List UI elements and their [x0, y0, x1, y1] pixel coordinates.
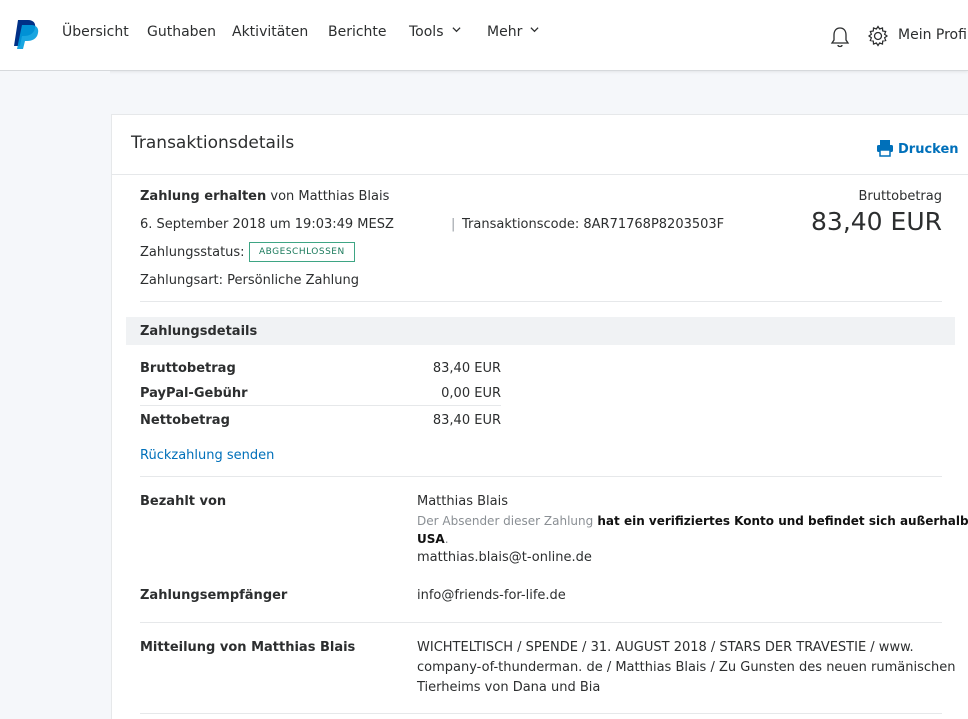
- nav-tools[interactable]: Tools: [409, 24, 461, 40]
- page-title: Transaktionsdetails: [131, 133, 295, 153]
- payer-verification-note: Der Absender dieser Zahlung hat ein veri…: [417, 514, 968, 529]
- payer-note-muted: Der Absender dieser Zahlung: [417, 514, 594, 528]
- divider: [140, 476, 942, 477]
- payment-details-heading: Zahlungsdetails: [140, 324, 258, 339]
- gross-amount-label: Bruttobetrag: [858, 189, 942, 204]
- paypal-logo-icon[interactable]: [12, 18, 40, 50]
- divider: [140, 301, 942, 302]
- status-label: Zahlungsstatus:: [140, 245, 245, 260]
- payment-received-label: Zahlung erhalten: [140, 189, 267, 204]
- payer-name: Matthias Blais: [417, 494, 508, 509]
- nav-guthaben[interactable]: Guthaben: [147, 24, 216, 40]
- message-label: Mitteilung von Matthias Blais: [140, 640, 356, 655]
- chevron-down-icon: [451, 27, 461, 33]
- chevron-down-icon: [530, 27, 539, 33]
- payer-note-line2: USA.: [417, 532, 449, 547]
- divider: [112, 174, 968, 175]
- detail-row-label: PayPal-Gebühr: [140, 386, 248, 401]
- payer-note-bold: hat ein verifiziertes Konto und befindet…: [597, 514, 968, 528]
- nav-mehr-label: Mehr: [487, 24, 523, 40]
- detail-row-label: Bruttobetrag: [140, 361, 236, 376]
- nav-berichte[interactable]: Berichte: [328, 24, 387, 40]
- transaction-datetime: 6. September 2018 um 19:03:49 MESZ: [140, 217, 394, 232]
- message-line: Tierheims von Dana und Bia: [417, 680, 601, 695]
- bell-icon[interactable]: [829, 25, 851, 53]
- recipient-label: Zahlungsempfänger: [140, 588, 288, 603]
- gross-amount: 83,40 EUR: [811, 207, 942, 236]
- detail-row-value: 83,40 EUR: [432, 413, 501, 428]
- message-line: company-of-thunderman. de / Matthias Bla…: [417, 660, 956, 675]
- transaction-code[interactable]: Transaktionscode: 8AR71768P8203503F: [462, 217, 724, 232]
- separator: |: [451, 217, 456, 232]
- print-button[interactable]: Drucken: [876, 139, 959, 161]
- payer-label: Bezahlt von: [140, 494, 227, 509]
- payment-details-header: Zahlungsdetails: [126, 317, 955, 345]
- profile-link[interactable]: Mein Profil: [898, 27, 968, 43]
- payment-type: Zahlungsart: Persönliche Zahlung: [140, 273, 360, 288]
- nav-aktivitaeten[interactable]: Aktivitäten: [232, 24, 308, 40]
- detail-row-label: Nettobetrag: [140, 413, 230, 428]
- refund-link[interactable]: Rückzahlung senden: [140, 448, 274, 463]
- status-badge: ABGESCHLOSSEN: [249, 242, 355, 262]
- nav-ubersicht[interactable]: Übersicht: [62, 24, 129, 40]
- divider: [140, 405, 501, 406]
- printer-icon: [877, 140, 893, 157]
- payer-note-bold: USA: [417, 532, 445, 546]
- top-navigation: Übersicht Guthaben Aktivitäten Berichte …: [0, 0, 968, 71]
- payer-note-period: .: [444, 532, 449, 546]
- nav-tools-label: Tools: [409, 24, 444, 40]
- divider: [140, 713, 942, 714]
- payer-email[interactable]: matthias.blais@t-online.de: [417, 550, 592, 565]
- recipient-email[interactable]: info@friends-for-life.de: [417, 588, 566, 603]
- message-line: WICHTELTISCH / SPENDE / 31. AUGUST 2018 …: [417, 640, 914, 655]
- transaction-details-card: Transaktionsdetails Drucken Zahlung erha…: [111, 114, 968, 719]
- nav-mehr[interactable]: Mehr: [487, 24, 539, 40]
- print-label: Drucken: [898, 142, 959, 157]
- gear-icon[interactable]: [867, 25, 889, 51]
- payment-received-line: Zahlung erhalten von Matthias Blais: [140, 189, 389, 204]
- divider: [140, 622, 942, 623]
- detail-row-value: 0,00 EUR: [441, 386, 501, 401]
- detail-row-value: 83,40 EUR: [432, 361, 501, 376]
- payment-from-text: von Matthias Blais: [270, 189, 390, 204]
- left-background: [0, 71, 110, 718]
